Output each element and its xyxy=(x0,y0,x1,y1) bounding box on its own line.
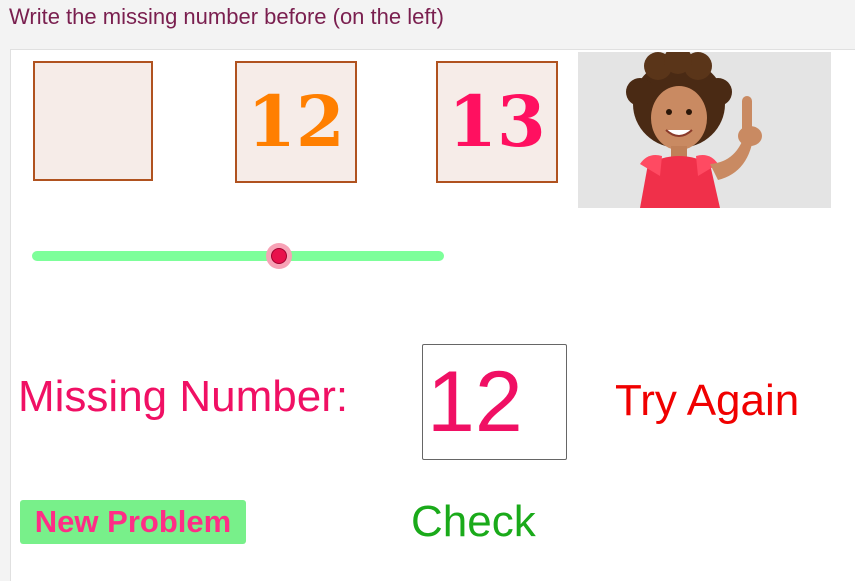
child-illustration xyxy=(578,52,831,208)
check-button[interactable]: Check xyxy=(411,497,536,547)
right-number-box: 13 xyxy=(436,61,558,183)
slider-thumb[interactable] xyxy=(266,243,293,269)
slider-thumb-core xyxy=(271,248,288,264)
child-pointing-up-photo xyxy=(578,52,831,208)
missing-number-input[interactable] xyxy=(427,352,562,452)
slider-track[interactable] xyxy=(32,251,444,261)
empty-number-box xyxy=(33,61,153,181)
new-problem-button[interactable]: New Problem xyxy=(20,500,246,544)
middle-number-box: 12 xyxy=(235,61,357,183)
missing-number-label: Missing Number: xyxy=(18,372,349,421)
instruction-text: Write the missing number before (on the … xyxy=(9,4,444,29)
feedback-text: Try Again xyxy=(615,376,800,425)
answer-box[interactable] xyxy=(422,344,567,460)
